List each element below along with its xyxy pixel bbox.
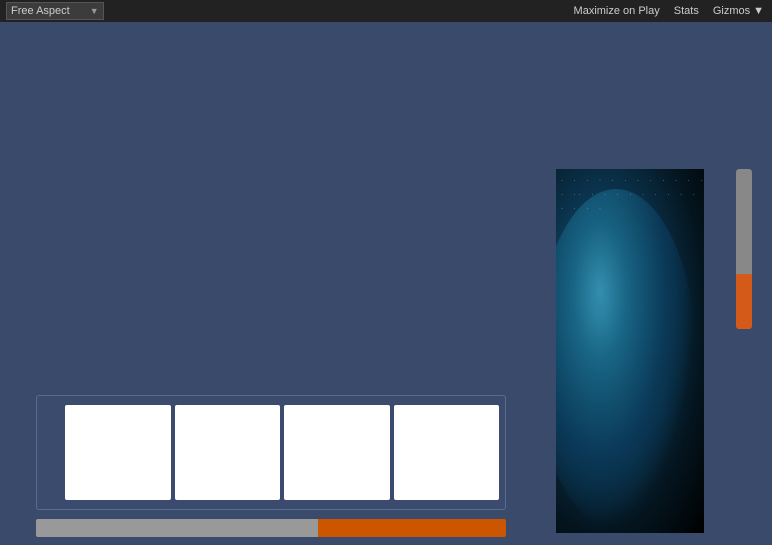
vertical-slider[interactable] <box>736 169 752 329</box>
toolbar-left: Free Aspect ▼ <box>6 2 104 20</box>
slider-track <box>736 169 752 329</box>
gizmos-arrow: ▼ <box>753 5 764 17</box>
thumbnail-4[interactable] <box>394 405 500 500</box>
progress-bar[interactable] <box>36 519 506 537</box>
progress-right <box>318 519 506 537</box>
aspect-arrow: ▼ <box>90 6 99 16</box>
stats-button[interactable]: Stats <box>672 5 701 17</box>
thumbnail-2[interactable] <box>175 405 281 500</box>
toolbar: Free Aspect ▼ Maximize on Play Stats Giz… <box>0 0 772 22</box>
thumbnail-1[interactable] <box>65 405 171 500</box>
space-image <box>556 169 704 533</box>
main-viewport <box>0 22 772 545</box>
thumbnail-3[interactable] <box>284 405 390 500</box>
aspect-dropdown[interactable]: Free Aspect ▼ <box>6 2 104 20</box>
gizmos-label: Gizmos <box>713 5 750 17</box>
toolbar-right: Maximize on Play Stats Gizmos ▼ <box>572 5 766 17</box>
slider-thumb[interactable] <box>736 274 752 329</box>
gizmos-button[interactable]: Gizmos ▼ <box>711 5 766 17</box>
aspect-label: Free Aspect <box>11 5 70 17</box>
progress-left <box>36 519 318 537</box>
thumbnail-spacer <box>43 405 61 500</box>
maximize-on-play-button[interactable]: Maximize on Play <box>572 5 662 17</box>
space-panel <box>556 169 704 533</box>
thumbnail-strip <box>36 395 506 510</box>
